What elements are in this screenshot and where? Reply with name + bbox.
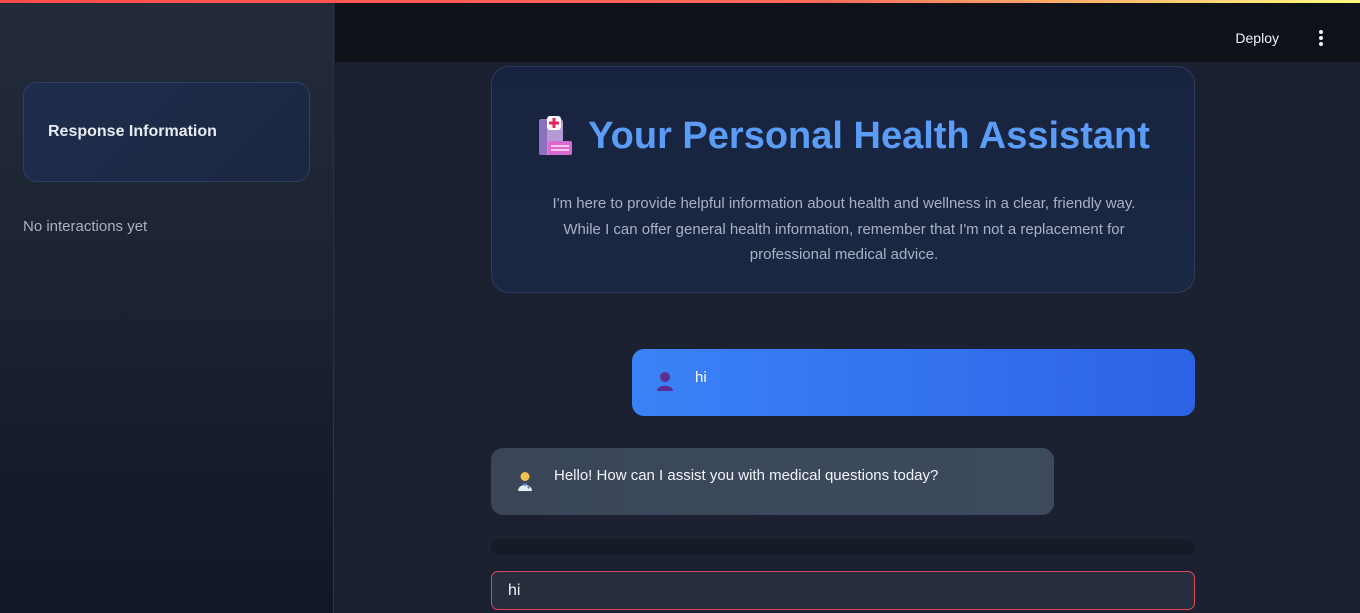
interactions-status: No interactions yet xyxy=(23,218,148,235)
main-area: Deploy Your Personal Health Assistant I'… xyxy=(335,0,1360,613)
hero-description: I'm here to provide helpful information … xyxy=(552,195,1136,263)
page-title: Your Personal Health Assistant xyxy=(588,114,1150,157)
app-header: Deploy xyxy=(335,0,1360,62)
welcome-card: Your Personal Health Assistant I'm here … xyxy=(491,66,1195,293)
response-information-title: Response Information xyxy=(48,123,217,140)
assistant-message-text: Hello! How can I assist you with medical… xyxy=(554,467,939,484)
vertical-ellipsis-icon[interactable] xyxy=(1318,30,1324,46)
assistant-message: Hello! How can I assist you with medical… xyxy=(491,448,1054,515)
user-message-text: hi xyxy=(695,369,707,386)
user-message: hi xyxy=(632,349,1195,416)
hospital-icon xyxy=(538,115,573,157)
sidebar: Response Information No interactions yet xyxy=(0,0,334,613)
chat-input[interactable] xyxy=(491,571,1195,610)
chat-divider xyxy=(491,539,1195,555)
hero-title-row: Your Personal Health Assistant xyxy=(492,111,1196,161)
deploy-button[interactable]: Deploy xyxy=(1235,30,1279,46)
response-information-card: Response Information xyxy=(23,82,310,182)
doctor-avatar-icon xyxy=(516,471,534,491)
user-avatar-icon xyxy=(656,371,674,391)
top-decoration-bar xyxy=(0,0,1360,3)
